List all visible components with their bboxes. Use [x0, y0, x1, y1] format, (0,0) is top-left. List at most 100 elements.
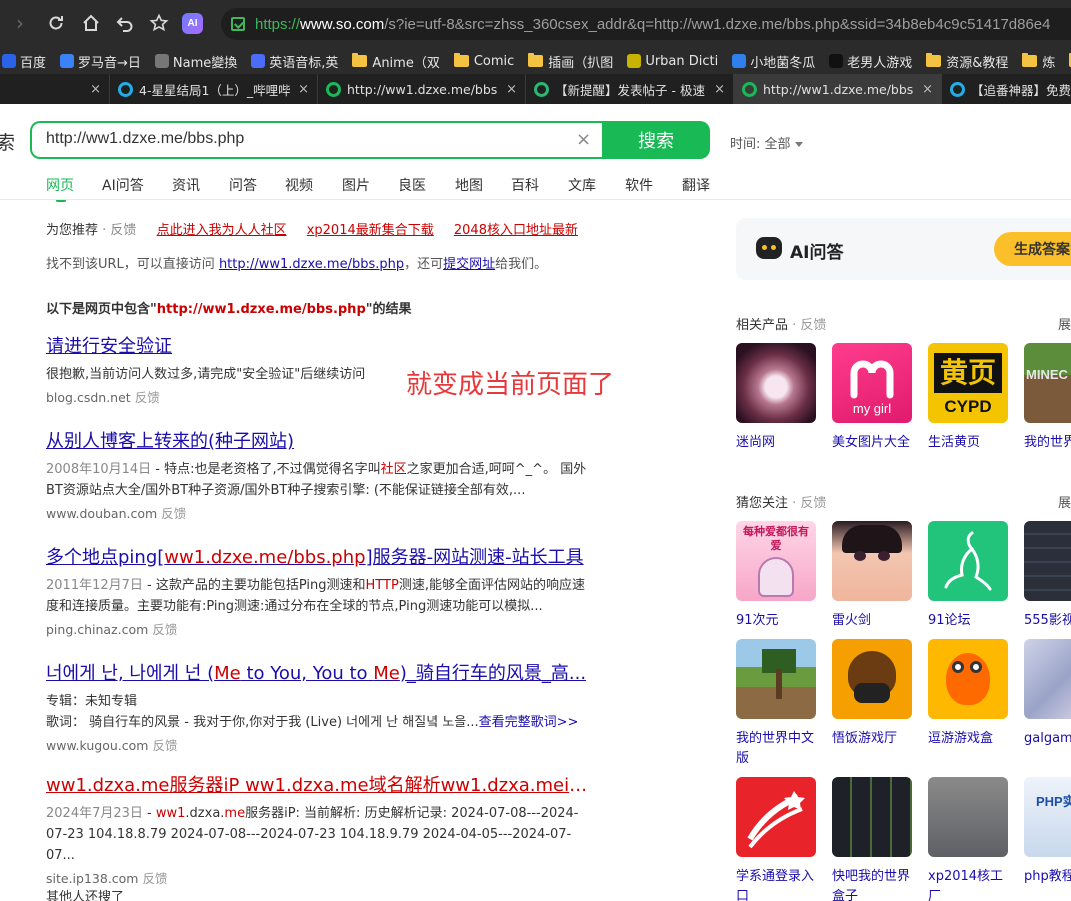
product-tile[interactable]: 快吧我的世界盒子 — [832, 777, 912, 901]
generate-answer-button[interactable]: 生成答案 — [994, 232, 1071, 266]
bookmark-item[interactable]: 英语音标,英 — [251, 52, 338, 71]
result-feedback[interactable]: 反馈 — [161, 506, 186, 521]
browser-tab[interactable]: 4-星星结局1（上）_哔哩哔 × — [110, 74, 318, 104]
category-tab[interactable]: 良医 — [398, 175, 455, 195]
product-tile[interactable]: my girl 美女图片大全 — [832, 343, 912, 453]
forward-icon[interactable]: › — [8, 11, 32, 35]
bookmark-item[interactable]: 老男人游戏 — [829, 52, 912, 71]
product-tile[interactable]: 91论坛 — [928, 521, 1008, 631]
product-tile[interactable]: galgame站 — [1024, 639, 1071, 749]
category-tab[interactable]: 软件 — [625, 175, 682, 195]
result-domain[interactable]: www.kugou.com — [46, 738, 148, 753]
home-icon[interactable] — [79, 11, 103, 35]
product-tile[interactable]: 学系通登录入口 — [736, 777, 816, 901]
bookmark-item[interactable]: Anime（双 — [352, 52, 440, 71]
recommend-link[interactable]: 点此进入我为人人社区 — [157, 223, 287, 238]
recommend-link[interactable]: xp2014最新集合下载 — [307, 223, 434, 238]
result-domain[interactable]: site.ip138.com — [46, 871, 139, 886]
reload-icon[interactable] — [44, 11, 68, 35]
result-feedback[interactable]: 反馈 — [152, 622, 177, 637]
result-domain[interactable]: blog.csdn.net — [46, 390, 131, 405]
category-tab[interactable]: 资讯 — [172, 175, 229, 195]
recommend-link[interactable]: 2048核入口地址最新 — [454, 223, 578, 238]
category-tab[interactable]: AI问答 — [102, 175, 172, 195]
tab-close-icon[interactable]: × — [922, 82, 933, 97]
category-tab[interactable]: 视频 — [285, 175, 342, 195]
section-feedback[interactable]: · 反馈 — [788, 496, 826, 511]
browser-tab[interactable]: × — [0, 74, 110, 104]
star-icon[interactable] — [147, 11, 171, 35]
result-feedback[interactable]: 反馈 — [135, 390, 160, 405]
browser-tab[interactable]: 【追番神器】免费 — [942, 74, 1071, 104]
more-lyrics-link[interactable]: 查看完整歌词>> — [479, 715, 579, 730]
snippet-part: .dzxa. — [185, 806, 225, 821]
product-tile[interactable]: 每种爱都很有爱 91次元 — [736, 521, 816, 631]
bookmark-item[interactable]: Comic — [453, 53, 514, 69]
browser-tab[interactable]: http://ww1.dzxe.me/bbs.p × — [318, 74, 526, 104]
category-tab[interactable]: 问答 — [229, 175, 285, 195]
category-tab[interactable]: 百科 — [511, 175, 568, 195]
result-title-link[interactable]: 从别人博客上转来的(种子网站) — [46, 427, 591, 453]
product-tile[interactable]: 555影视 — [1024, 521, 1071, 631]
result-feedback[interactable]: 反馈 — [152, 738, 177, 753]
product-tile[interactable]: 迷尚网 — [736, 343, 816, 453]
tab-close-icon[interactable]: × — [506, 82, 517, 97]
result-domain[interactable]: www.douban.com — [46, 506, 157, 521]
search-box[interactable]: http://ww1.dzxe.me/bbs.php × — [30, 121, 604, 159]
browser-tab[interactable]: 【新提醒】发表帖子 - 极速 × — [526, 74, 734, 104]
product-tile[interactable]: xp2014核工厂 — [928, 777, 1008, 901]
result-date: 2011年12月7日 — [46, 578, 143, 593]
result-domain[interactable]: ping.chinaz.com — [46, 622, 148, 637]
search-input[interactable]: http://ww1.dzxe.me/bbs.php — [46, 130, 546, 148]
category-tab[interactable]: 网页 — [46, 175, 102, 202]
time-filter[interactable]: 时间: 全部 — [730, 133, 803, 152]
section-feedback[interactable]: · 反馈 — [788, 318, 826, 333]
tab-close-icon[interactable]: × — [714, 82, 725, 97]
product-tile[interactable]: PHP实战 php教程 — [1024, 777, 1071, 887]
notice-url-link[interactable]: http://ww1.dzxe.me/bbs.php — [219, 257, 404, 272]
title-highlight: ww1.dzxe.me/bbs.php — [164, 547, 366, 568]
recommend-feedback[interactable]: · 反馈 — [102, 223, 136, 238]
result-feedback[interactable]: 反馈 — [143, 871, 168, 886]
result-title-link[interactable]: 多个地点ping[ww1.dzxe.me/bbs.php]服务器-网站测速-站长… — [46, 543, 591, 569]
category-tab[interactable]: 翻译 — [682, 175, 739, 195]
bookmark-item[interactable]: 罗马音→日 — [60, 52, 141, 71]
expand-link[interactable]: 展 — [1058, 314, 1071, 333]
bookmark-item[interactable]: Urban Dicti — [627, 54, 718, 69]
product-tile[interactable]: 黄页 CYPD 生活黄页 — [928, 343, 1008, 453]
result-title-link[interactable]: 请进行安全验证 — [46, 332, 591, 358]
address-bar[interactable]: https://www.so.com/s?ie=utf-8&src=zhss_3… — [221, 8, 1071, 40]
undo-icon[interactable] — [113, 11, 137, 35]
ai-badge-icon[interactable]: AI — [182, 13, 203, 34]
tab-active[interactable]: http://ww1.dzxe.me/bbs.p × — [734, 74, 942, 104]
expand-link[interactable]: 展 — [1058, 492, 1071, 511]
category-tab[interactable]: 文库 — [568, 175, 625, 195]
category-tab[interactable]: 地图 — [455, 175, 511, 195]
bookmark-item[interactable]: 资源&教程 — [926, 52, 1008, 71]
product-tile[interactable]: 我的世界中文版 — [736, 639, 816, 769]
search-button[interactable]: 搜索 — [602, 121, 710, 159]
product-tile[interactable]: 悟饭游戏厅 — [832, 639, 912, 749]
result-title-link[interactable]: ww1.dzxa.me服务器iP ww1.dzxa.me域名解析ww1.dzxa… — [46, 771, 591, 797]
product-tile[interactable]: 逗游游戏盒 — [928, 639, 1008, 749]
clear-icon[interactable]: × — [576, 129, 591, 150]
recommend-label: 为您推荐 — [46, 223, 99, 238]
bookmark-label: 资源&教程 — [946, 55, 1009, 71]
favicon-icon — [732, 54, 747, 68]
product-tile[interactable]: MINEC 我的世界文版 — [1024, 343, 1071, 453]
bookmark-label: 百度 — [20, 55, 47, 71]
bookmark-item[interactable]: 炼 — [1022, 52, 1055, 71]
category-tab[interactable]: 图片 — [342, 175, 398, 195]
product-thumbnail — [832, 639, 912, 719]
product-label: 学系通登录入口 — [736, 869, 815, 901]
bookmark-item[interactable]: Name變換 — [154, 52, 237, 71]
tab-favicon-icon — [742, 81, 757, 97]
submit-url-link[interactable]: 提交网址 — [443, 257, 495, 272]
bookmark-item[interactable]: 百度 — [2, 52, 46, 71]
tab-close-icon[interactable]: × — [90, 82, 101, 97]
bookmark-item[interactable]: 小地菌冬瓜 — [732, 52, 815, 71]
tab-close-icon[interactable]: × — [298, 82, 309, 97]
result-title-link[interactable]: 너에게 난, 나에게 넌 (Me to You, You to Me)_骑自行车… — [46, 659, 591, 685]
product-tile[interactable]: 雷火剑 — [832, 521, 912, 631]
bookmark-item[interactable]: 插画（扒图 — [528, 52, 613, 71]
